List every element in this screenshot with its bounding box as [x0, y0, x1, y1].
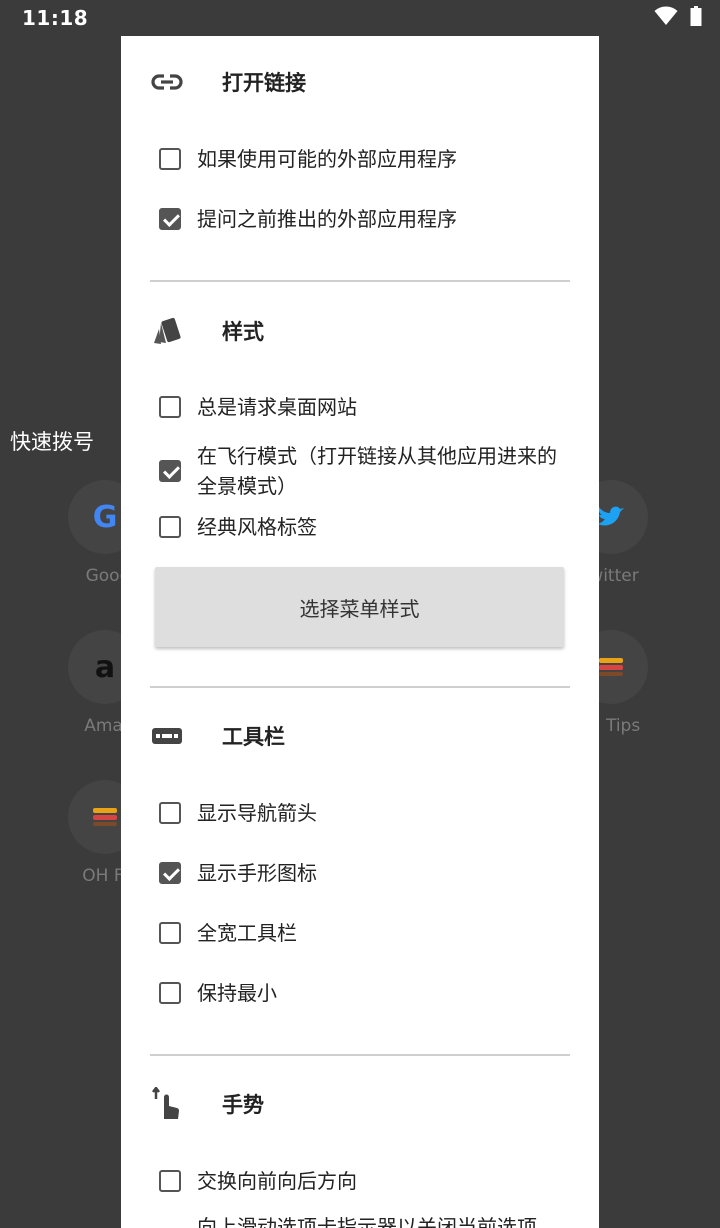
- option-flight-mode-fullscreen[interactable]: 在飞行模式（打开链接从其他应用进来的全景模式）: [159, 441, 579, 501]
- link-icon: [149, 64, 185, 100]
- option-show-nav-arrows[interactable]: 显示导航箭头: [159, 801, 579, 828]
- section-title: 样式: [222, 320, 264, 344]
- checkbox[interactable]: [159, 802, 181, 824]
- checkbox-checked[interactable]: [159, 460, 181, 482]
- status-icons: [654, 6, 702, 26]
- option-ask-before-external-app[interactable]: 提问之前推出的外部应用程序: [159, 207, 579, 234]
- section-header-toolbar: 工具栏: [121, 716, 599, 756]
- option-use-external-app[interactable]: 如果使用可能的外部应用程序: [159, 147, 579, 174]
- checkbox[interactable]: [159, 396, 181, 418]
- wifi-icon: [654, 6, 678, 25]
- divider: [150, 1054, 570, 1056]
- checkbox-checked[interactable]: [159, 862, 181, 884]
- option-swap-forward-back[interactable]: 交换向前向后方向: [159, 1169, 579, 1196]
- palette-swatch-icon: [149, 313, 185, 349]
- option-full-width-toolbar[interactable]: 全宽工具栏: [159, 921, 579, 948]
- divider: [150, 280, 570, 282]
- checkbox[interactable]: [159, 982, 181, 1004]
- section-title: 打开链接: [222, 71, 306, 95]
- option-request-desktop-site[interactable]: 总是请求桌面网站: [159, 395, 579, 422]
- toolbar-icon: [149, 718, 185, 754]
- status-time: 11:18: [22, 6, 89, 30]
- checkbox[interactable]: [159, 922, 181, 944]
- speed-dial-title: 快速拨号: [10, 430, 94, 454]
- option-keep-minimal[interactable]: 保持最小: [159, 981, 579, 1008]
- option-swipe-up-close-tab[interactable]: 向上滑动选项卡指示器以关闭当前选项: [159, 1215, 579, 1228]
- section-title: 手势: [222, 1093, 264, 1117]
- choose-menu-style-button[interactable]: 选择菜单样式: [155, 567, 564, 647]
- checkbox[interactable]: [159, 148, 181, 170]
- section-header-open-links: 打开链接: [121, 62, 599, 102]
- option-classic-tabs[interactable]: 经典风格标签: [159, 515, 579, 542]
- checkbox[interactable]: [159, 516, 181, 538]
- battery-icon: [690, 6, 702, 26]
- divider: [150, 686, 570, 688]
- checkbox[interactable]: [159, 1170, 181, 1192]
- section-header-gestures: 手势: [121, 1084, 599, 1124]
- swipe-up-gesture-icon: [149, 1086, 185, 1122]
- section-title: 工具栏: [222, 725, 285, 749]
- settings-dialog: 打开链接 如果使用可能的外部应用程序 提问之前推出的外部应用程序 样式 总是请求…: [121, 36, 599, 1228]
- checkbox-checked[interactable]: [159, 208, 181, 230]
- status-bar: 11:18: [0, 0, 720, 36]
- section-header-style: 样式: [121, 311, 599, 351]
- option-show-hand-icon[interactable]: 显示手形图标: [159, 861, 579, 888]
